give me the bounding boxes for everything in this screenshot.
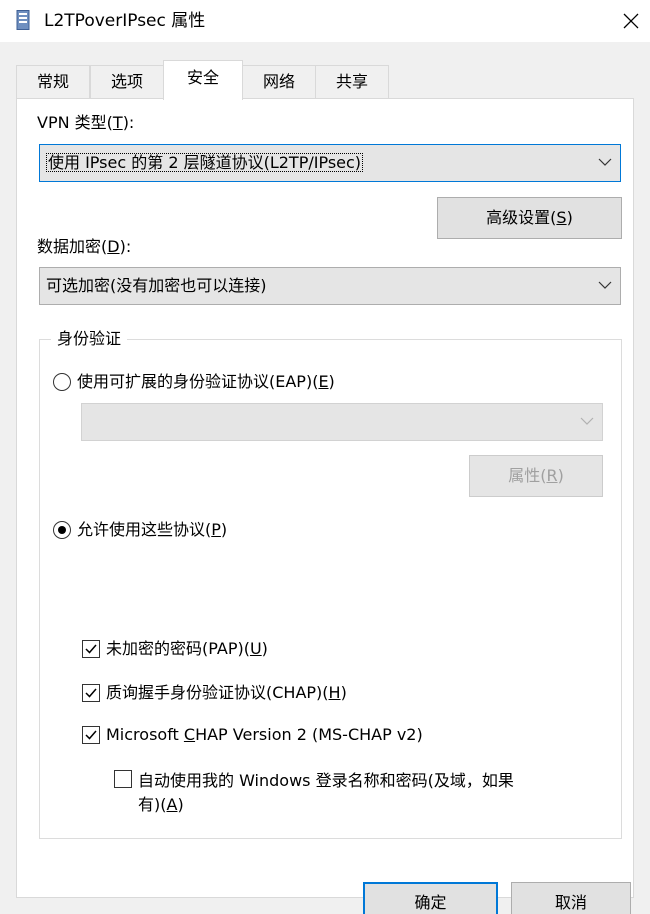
dialog-body: 常规 选项 安全 网络 共享 VPN 类型(T): 使用 IPsec 的第 2 … <box>0 42 650 914</box>
ok-button[interactable]: 确定 <box>363 882 498 914</box>
authentication-group-label: 身份验证 <box>51 329 128 349</box>
chap-checkbox-label[interactable]: 质询握手身份验证协议(CHAP)(H) <box>106 683 347 703</box>
eap-radio[interactable] <box>53 373 71 391</box>
mschapv2-checkbox[interactable] <box>82 726 100 744</box>
vpn-type-label: VPN 类型(T): <box>37 113 135 132</box>
checkmark-icon <box>85 730 97 740</box>
title-bar: L2TPoverIPsec 属性 <box>0 0 650 42</box>
chap-checkbox[interactable] <box>82 684 100 702</box>
chevron-down-icon <box>598 158 612 166</box>
cancel-button[interactable]: 取消 <box>511 882 631 914</box>
eap-properties-button[interactable]: 属性(R) <box>469 455 603 497</box>
eap-method-select[interactable] <box>81 403 603 441</box>
auto-windows-logon-label[interactable]: 自动使用我的 Windows 登录名称和密码(及域，如果 有)(A) <box>138 769 514 817</box>
close-icon <box>623 13 639 29</box>
allow-protocols-radio[interactable] <box>53 521 71 539</box>
vpn-type-select[interactable]: 使用 IPsec 的第 2 层隧道协议(L2TP/IPsec) <box>39 144 621 182</box>
phone-book-icon <box>16 10 30 30</box>
pap-checkbox[interactable] <box>82 640 100 658</box>
auto-windows-logon-checkbox[interactable] <box>114 770 132 788</box>
checkmark-icon <box>85 688 97 698</box>
allow-protocols-radio-label[interactable]: 允许使用这些协议(P) <box>77 520 227 540</box>
tab-sharing[interactable]: 共享 <box>315 65 389 99</box>
eap-radio-label[interactable]: 使用可扩展的身份验证协议(EAP)(E) <box>77 372 335 392</box>
chevron-down-icon <box>580 417 594 425</box>
window-title: L2TPoverIPsec 属性 <box>44 11 206 31</box>
data-encryption-label: 数据加密(D): <box>37 237 132 256</box>
tab-general[interactable]: 常规 <box>16 65 90 99</box>
data-encryption-select[interactable]: 可选加密(没有加密也可以连接) <box>39 267 621 305</box>
chevron-down-icon <box>598 281 612 289</box>
tab-networking[interactable]: 网络 <box>242 65 316 99</box>
advanced-settings-button[interactable]: 高级设置(S) <box>437 197 622 239</box>
checkmark-icon <box>85 644 97 654</box>
mschapv2-checkbox-label[interactable]: Microsoft CHAP Version 2 (MS-CHAP v2) <box>106 725 423 745</box>
tab-security[interactable]: 安全 <box>163 60 243 100</box>
close-button[interactable] <box>614 6 648 36</box>
tab-options[interactable]: 选项 <box>90 65 164 99</box>
pap-checkbox-label[interactable]: 未加密的密码(PAP)(U) <box>106 639 268 659</box>
security-tab-panel: VPN 类型(T): 使用 IPsec 的第 2 层隧道协议(L2TP/IPse… <box>16 98 634 898</box>
